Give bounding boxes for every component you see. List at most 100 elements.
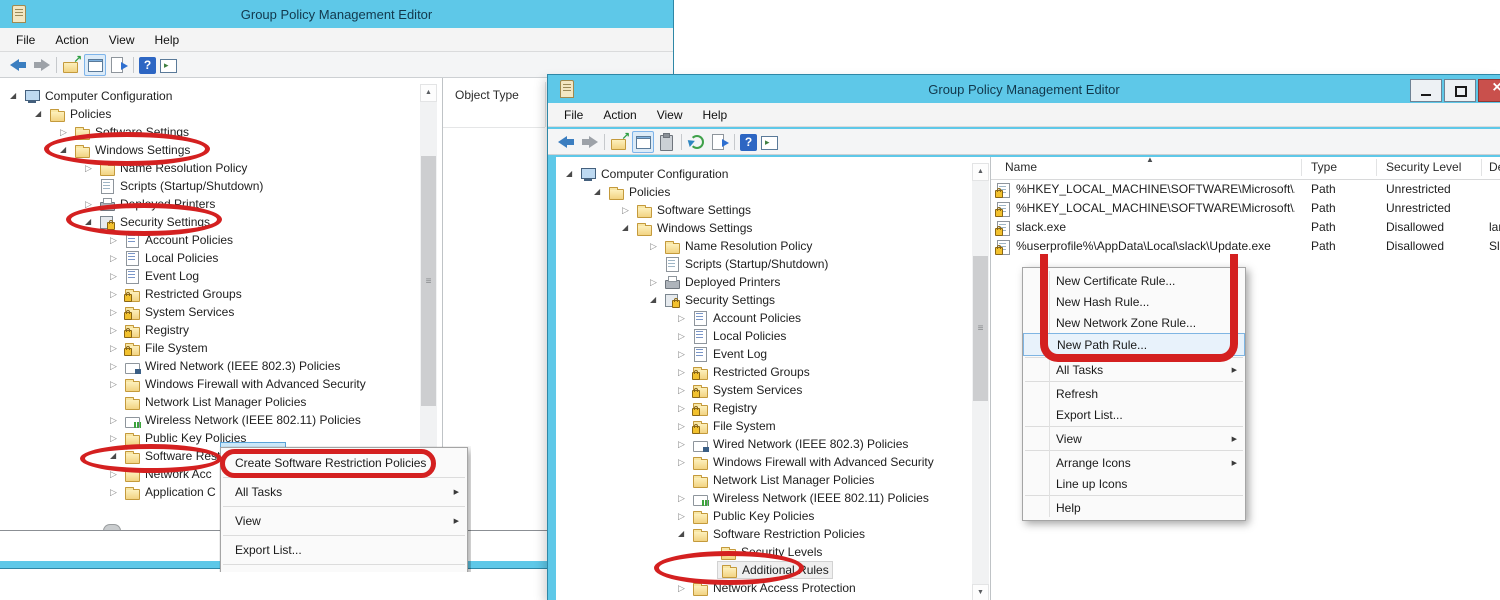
up-folder-icon[interactable] [610,131,630,152]
scroll-thumb[interactable]: ≡ [421,156,436,406]
tree-item-public-key-policies[interactable]: ▷ Public Key Policies [556,507,990,525]
menuitem-export-list[interactable]: Export List... [221,537,467,563]
tree-item-wireless-network-ieee-802-11-policies[interactable]: ▷ Wireless Network (IEEE 802.11) Policies [556,489,990,507]
expander-icon[interactable]: ◢ [622,219,628,237]
tree-item-registry[interactable]: ▷ Registry [556,399,990,417]
expander-icon[interactable]: ▷ [110,339,117,357]
scroll-down-button[interactable]: ▼ [972,584,989,600]
menuitem-view[interactable]: View ▶ [1023,428,1245,449]
console-tree-icon[interactable] [84,53,106,76]
expander-icon[interactable]: ▷ [678,507,685,525]
tree-item-network-list-manager-policies[interactable]: Network List Manager Policies [8,393,442,411]
tree-item-security-settings[interactable]: ◢ Security Settings [556,291,990,309]
tree-item-file-system[interactable]: ▷ File System [556,417,990,435]
tree-item-event-log[interactable]: ▷ Event Log [8,267,442,285]
expander-icon[interactable]: ▷ [110,267,117,285]
title-bar[interactable]: Group Policy Management Editor [548,75,1500,103]
tree-item-account-policies[interactable]: ▷ Account Policies [556,309,990,327]
tree-item-policies[interactable]: ◢ Policies [556,183,990,201]
forward-icon[interactable] [31,55,51,75]
expander-icon[interactable]: ◢ [678,525,684,543]
tree-item-security-levels[interactable]: Security Levels [556,543,990,561]
expander-icon[interactable]: ◢ [650,291,656,309]
expander-icon[interactable]: ▷ [650,237,657,255]
scroll-thumb[interactable]: ≡ [973,256,988,401]
list-row-hkey-local-machine-soft[interactable]: %HKEY_LOCAL_MACHINE\SOFTWARE\Microsoft\.… [991,199,1500,218]
maximize-button[interactable] [1444,79,1476,102]
expander-icon[interactable]: ▷ [110,231,117,249]
expander-icon[interactable]: ▷ [678,489,685,507]
tree-item-software-settings[interactable]: ▷ Software Settings [556,201,990,219]
tree-item-windows-settings[interactable]: ◢ Windows Settings [556,219,990,237]
tree-item-name-resolution-policy[interactable]: ▷ Name Resolution Policy [8,159,442,177]
tree-item-security-settings[interactable]: ◢ Security Settings [8,213,442,231]
tree-item-windows-firewall-with-advanced-security[interactable]: ▷ Windows Firewall with Advanced Security [8,375,442,393]
tree-item-windows-settings[interactable]: ◢ Windows Settings [8,141,442,159]
expander-icon[interactable]: ◢ [594,183,600,201]
menuitem-new-certificate-rule[interactable]: New Certificate Rule... [1023,270,1245,291]
expander-icon[interactable]: ◢ [60,141,66,159]
menuitem-all-tasks[interactable]: All Tasks ▶ [1023,359,1245,380]
expander-icon[interactable]: ◢ [110,447,116,465]
refresh-icon[interactable] [687,132,707,152]
tree-item-computer-configuration[interactable]: ◢ Computer Configuration [8,87,442,105]
tree-item-software-settings[interactable]: ▷ Software Settings [8,123,442,141]
expander-icon[interactable]: ▷ [622,201,629,219]
menu-file[interactable]: File [554,108,593,122]
column-header-name[interactable]: Name [1005,160,1037,174]
console-window-icon[interactable] [158,55,178,75]
tree-item-registry[interactable]: ▷ Registry [8,321,442,339]
scroll-up-button[interactable]: ▲ [972,163,989,181]
menuitem-help[interactable]: Help [1023,497,1245,518]
tree-item-wireless-network-ieee-802-11-policies[interactable]: ▷ Wireless Network (IEEE 802.11) Policies [8,411,442,429]
menuitem-create-software-restriction-policies[interactable]: Create Software Restriction Policies [221,450,467,476]
tree-item-name-resolution-policy[interactable]: ▷ Name Resolution Policy [556,237,990,255]
tree-item-event-log[interactable]: ▷ Event Log [556,345,990,363]
console-tree-icon[interactable] [632,130,654,153]
expander-icon[interactable]: ▷ [110,429,117,447]
tree-item-policies[interactable]: ◢ Policies [8,105,442,123]
expander-icon[interactable]: ◢ [566,165,572,183]
column-header-security-level[interactable]: Security Level [1386,160,1461,174]
tree-item-restricted-groups[interactable]: ▷ Restricted Groups [8,285,442,303]
tree-item-network-access-protection[interactable]: ▷ Network Access Protection [556,579,990,597]
tree-item-account-policies[interactable]: ▷ Account Policies [8,231,442,249]
expander-icon[interactable]: ▷ [110,411,117,429]
expander-icon[interactable]: ▷ [110,285,117,303]
tree-item-system-services[interactable]: ▷ System Services [8,303,442,321]
expander-icon[interactable]: ▷ [85,159,92,177]
list-row-hkey-local-machine-soft[interactable]: %HKEY_LOCAL_MACHINE\SOFTWARE\Microsoft\.… [991,180,1500,199]
menu-help[interactable]: Help [693,108,738,122]
title-bar[interactable]: Group Policy Management Editor [0,0,673,28]
expander-icon[interactable]: ▷ [85,195,92,213]
menuitem-export-list[interactable]: Export List... [1023,404,1245,425]
column-header-de[interactable]: De [1489,160,1500,174]
menuitem-refresh[interactable]: Refresh [1023,383,1245,404]
tree-item-wired-network-ieee-802-3-policies[interactable]: ▷ Wired Network (IEEE 802.3) Policies [8,357,442,375]
tree-item-wired-network-ieee-802-3-policies[interactable]: ▷ Wired Network (IEEE 802.3) Policies [556,435,990,453]
back-icon[interactable] [557,132,577,152]
menu-view[interactable]: View [647,108,693,122]
tree-item-file-system[interactable]: ▷ File System [8,339,442,357]
expander-icon[interactable]: ▷ [678,363,685,381]
expander-icon[interactable]: ◢ [35,105,41,123]
expander-icon[interactable]: ▷ [110,375,117,393]
export-list-icon[interactable] [709,132,729,152]
expander-icon[interactable]: ▷ [678,417,685,435]
menu-help[interactable]: Help [145,33,190,47]
expander-icon[interactable]: ▷ [110,357,117,375]
menuitem-new-path-rule[interactable]: New Path Rule... [1023,333,1245,356]
menuitem-view[interactable]: View ▶ [221,508,467,534]
column-header-object-type[interactable]: Object Type [455,88,519,102]
column-separator[interactable] [1301,159,1302,176]
menuitem-new-hash-rule[interactable]: New Hash Rule... [1023,291,1245,312]
tree-item-software-restriction-policies[interactable]: ◢ Software Restriction Policies [556,525,990,543]
menuitem-arrange-icons[interactable]: Arrange Icons ▶ [1023,452,1245,473]
help-icon[interactable] [139,56,156,74]
expander-icon[interactable]: ▷ [678,579,685,597]
expander-icon[interactable]: ▷ [678,399,685,417]
forward-icon[interactable] [579,132,599,152]
expander-icon[interactable]: ▷ [678,309,685,327]
expander-icon[interactable]: ▷ [678,381,685,399]
expander-icon[interactable]: ▷ [678,435,685,453]
